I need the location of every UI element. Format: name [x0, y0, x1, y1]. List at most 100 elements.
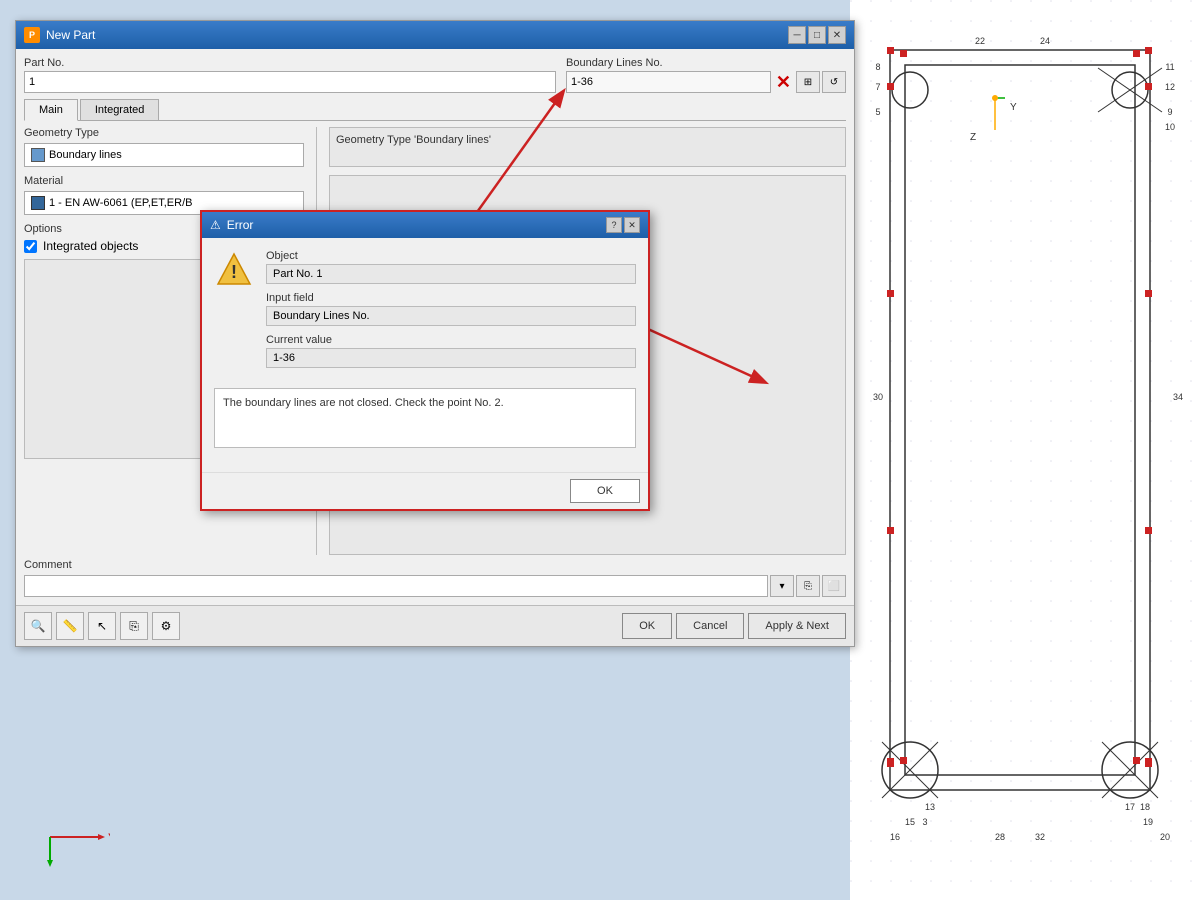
error-titlebar: ⚠ Error ? ✕: [202, 212, 648, 238]
boundary-lines-label: Boundary Lines No.: [566, 57, 846, 69]
integrated-objects-label: Integrated objects: [43, 239, 138, 253]
error-top-row: ! Object Part No. 1 Input field Boundary…: [214, 250, 636, 376]
svg-text:15: 15: [905, 817, 915, 827]
svg-text:13: 13: [925, 802, 935, 812]
svg-text:Z: Z: [970, 132, 976, 143]
object-label: Object: [266, 250, 636, 262]
svg-text:7: 7: [875, 82, 880, 92]
input-field-group: Input field Boundary Lines No.: [266, 292, 636, 326]
svg-text:19: 19: [1143, 817, 1153, 827]
app-icon: P: [24, 27, 40, 43]
comment-input[interactable]: [24, 575, 768, 597]
dialog-title: New Part: [46, 28, 95, 42]
error-ok-button[interactable]: OK: [570, 479, 640, 503]
comment-expand-btn[interactable]: ⬜: [822, 575, 846, 597]
error-titlebar-buttons: ? ✕: [606, 217, 640, 233]
svg-text:22: 22: [975, 36, 985, 46]
axis-indicator: Y Z: [30, 797, 110, 870]
error-message: The boundary lines are not closed. Check…: [214, 388, 636, 448]
titlebar-buttons: ─ □ ✕: [788, 26, 846, 44]
svg-text:Y: Y: [108, 832, 110, 844]
geometry-type-label: Geometry Type: [24, 127, 304, 139]
material-color: [31, 196, 45, 210]
error-title-area: ⚠ Error: [210, 218, 253, 232]
boundary-input-row: ✕ ⊞ ↺: [566, 71, 846, 93]
ruler-tool-btn[interactable]: 📏: [56, 612, 84, 640]
comment-section: Comment ▾ ⎘ ⬜: [24, 559, 846, 597]
comment-input-row: ▾ ⎘ ⬜: [24, 575, 846, 597]
maximize-button[interactable]: □: [808, 26, 826, 44]
input-field-label: Input field: [266, 292, 636, 304]
main-dialog-titlebar: P New Part ─ □ ✕: [16, 21, 854, 49]
close-button[interactable]: ✕: [828, 26, 846, 44]
comment-dropdown-btn[interactable]: ▾: [770, 575, 794, 597]
search-tool-btn[interactable]: 🔍: [24, 612, 52, 640]
dialog-toolbar: 🔍 📏 ↖ ⎘ ⚙ OK Cancel Apply & Next: [16, 605, 854, 646]
error-indicator: ✕: [776, 72, 791, 93]
svg-text:9: 9: [1167, 107, 1172, 117]
geometry-type-value-box: Boundary lines: [24, 143, 304, 167]
tabs-row: Main Integrated: [24, 99, 846, 121]
error-dialog: ⚠ Error ? ✕ ! Object Part No. 1: [200, 210, 650, 511]
canvas-area: 22 24 8 7 5 11 12 9 10 34 30 Y Z 13 15 3…: [850, 0, 1200, 900]
svg-text:17: 17: [1125, 802, 1135, 812]
boundary-lines-input[interactable]: [566, 71, 771, 93]
material-label: Material: [24, 175, 304, 187]
geometry-type-value: Boundary lines: [49, 149, 122, 161]
error-body: ! Object Part No. 1 Input field Boundary…: [202, 238, 648, 472]
svg-text:Y: Y: [1010, 102, 1017, 113]
input-field-value: Boundary Lines No.: [266, 306, 636, 326]
boundary-select-btn[interactable]: ⊞: [796, 71, 820, 93]
copy-tool-btn[interactable]: ⎘: [120, 612, 148, 640]
current-value-group: Current value 1-36: [266, 334, 636, 368]
svg-text:20: 20: [1160, 832, 1170, 842]
current-value-display: 1-36: [266, 348, 636, 368]
svg-text:16: 16: [890, 832, 900, 842]
settings-tool-btn[interactable]: ⚙: [152, 612, 180, 640]
svg-text:18: 18: [1140, 802, 1150, 812]
apply-next-button[interactable]: Apply & Next: [748, 613, 846, 639]
current-value-label: Current value: [266, 334, 636, 346]
object-field-group: Object Part No. 1: [266, 250, 636, 284]
geometry-type-info: Geometry Type 'Boundary lines': [329, 127, 846, 167]
error-icon: ⚠: [210, 218, 221, 232]
error-title: Error: [227, 218, 254, 232]
svg-text:32: 32: [1035, 832, 1045, 842]
part-no-label: Part No.: [24, 57, 556, 69]
tab-main[interactable]: Main: [24, 99, 78, 121]
titlebar-title-area: P New Part: [24, 27, 95, 43]
svg-text:24: 24: [1040, 36, 1050, 46]
comment-copy-btn[interactable]: ⎘: [796, 575, 820, 597]
svg-text:12: 12: [1165, 82, 1175, 92]
cursor-tool-btn[interactable]: ↖: [88, 612, 116, 640]
svg-text:34: 34: [1173, 392, 1183, 402]
object-value: Part No. 1: [266, 264, 636, 284]
error-footer: OK: [202, 472, 648, 509]
error-close-btn[interactable]: ✕: [624, 217, 640, 233]
svg-text:11: 11: [1165, 62, 1174, 72]
minimize-button[interactable]: ─: [788, 26, 806, 44]
material-section: Material 1 - EN AW-6061 (EP,ET,ER/B: [24, 175, 304, 215]
svg-text:3: 3: [922, 817, 927, 827]
tab-integrated[interactable]: Integrated: [80, 99, 160, 120]
boundary-undo-btn[interactable]: ↺: [822, 71, 846, 93]
geometry-type-color: [31, 148, 45, 162]
part-no-section: Part No.: [24, 57, 556, 93]
top-fields-row: Part No. Boundary Lines No. ✕ ⊞ ↺: [24, 57, 846, 93]
comment-label: Comment: [24, 559, 846, 571]
warning-icon-container: !: [214, 250, 254, 293]
ok-button[interactable]: OK: [622, 613, 672, 639]
svg-text:!: !: [231, 262, 237, 282]
svg-text:8: 8: [875, 62, 880, 72]
error-fields: Object Part No. 1 Input field Boundary L…: [266, 250, 636, 376]
material-value: 1 - EN AW-6061 (EP,ET,ER/B: [49, 197, 192, 209]
cancel-button[interactable]: Cancel: [676, 613, 744, 639]
geometry-type-section: Geometry Type Boundary lines: [24, 127, 304, 167]
svg-text:10: 10: [1165, 122, 1175, 132]
boundary-section: Boundary Lines No. ✕ ⊞ ↺: [566, 57, 846, 93]
part-no-input[interactable]: [24, 71, 556, 93]
error-help-btn[interactable]: ?: [606, 217, 622, 233]
svg-text:5: 5: [875, 107, 880, 117]
integrated-objects-checkbox[interactable]: [24, 240, 37, 253]
svg-text:30: 30: [873, 392, 883, 402]
